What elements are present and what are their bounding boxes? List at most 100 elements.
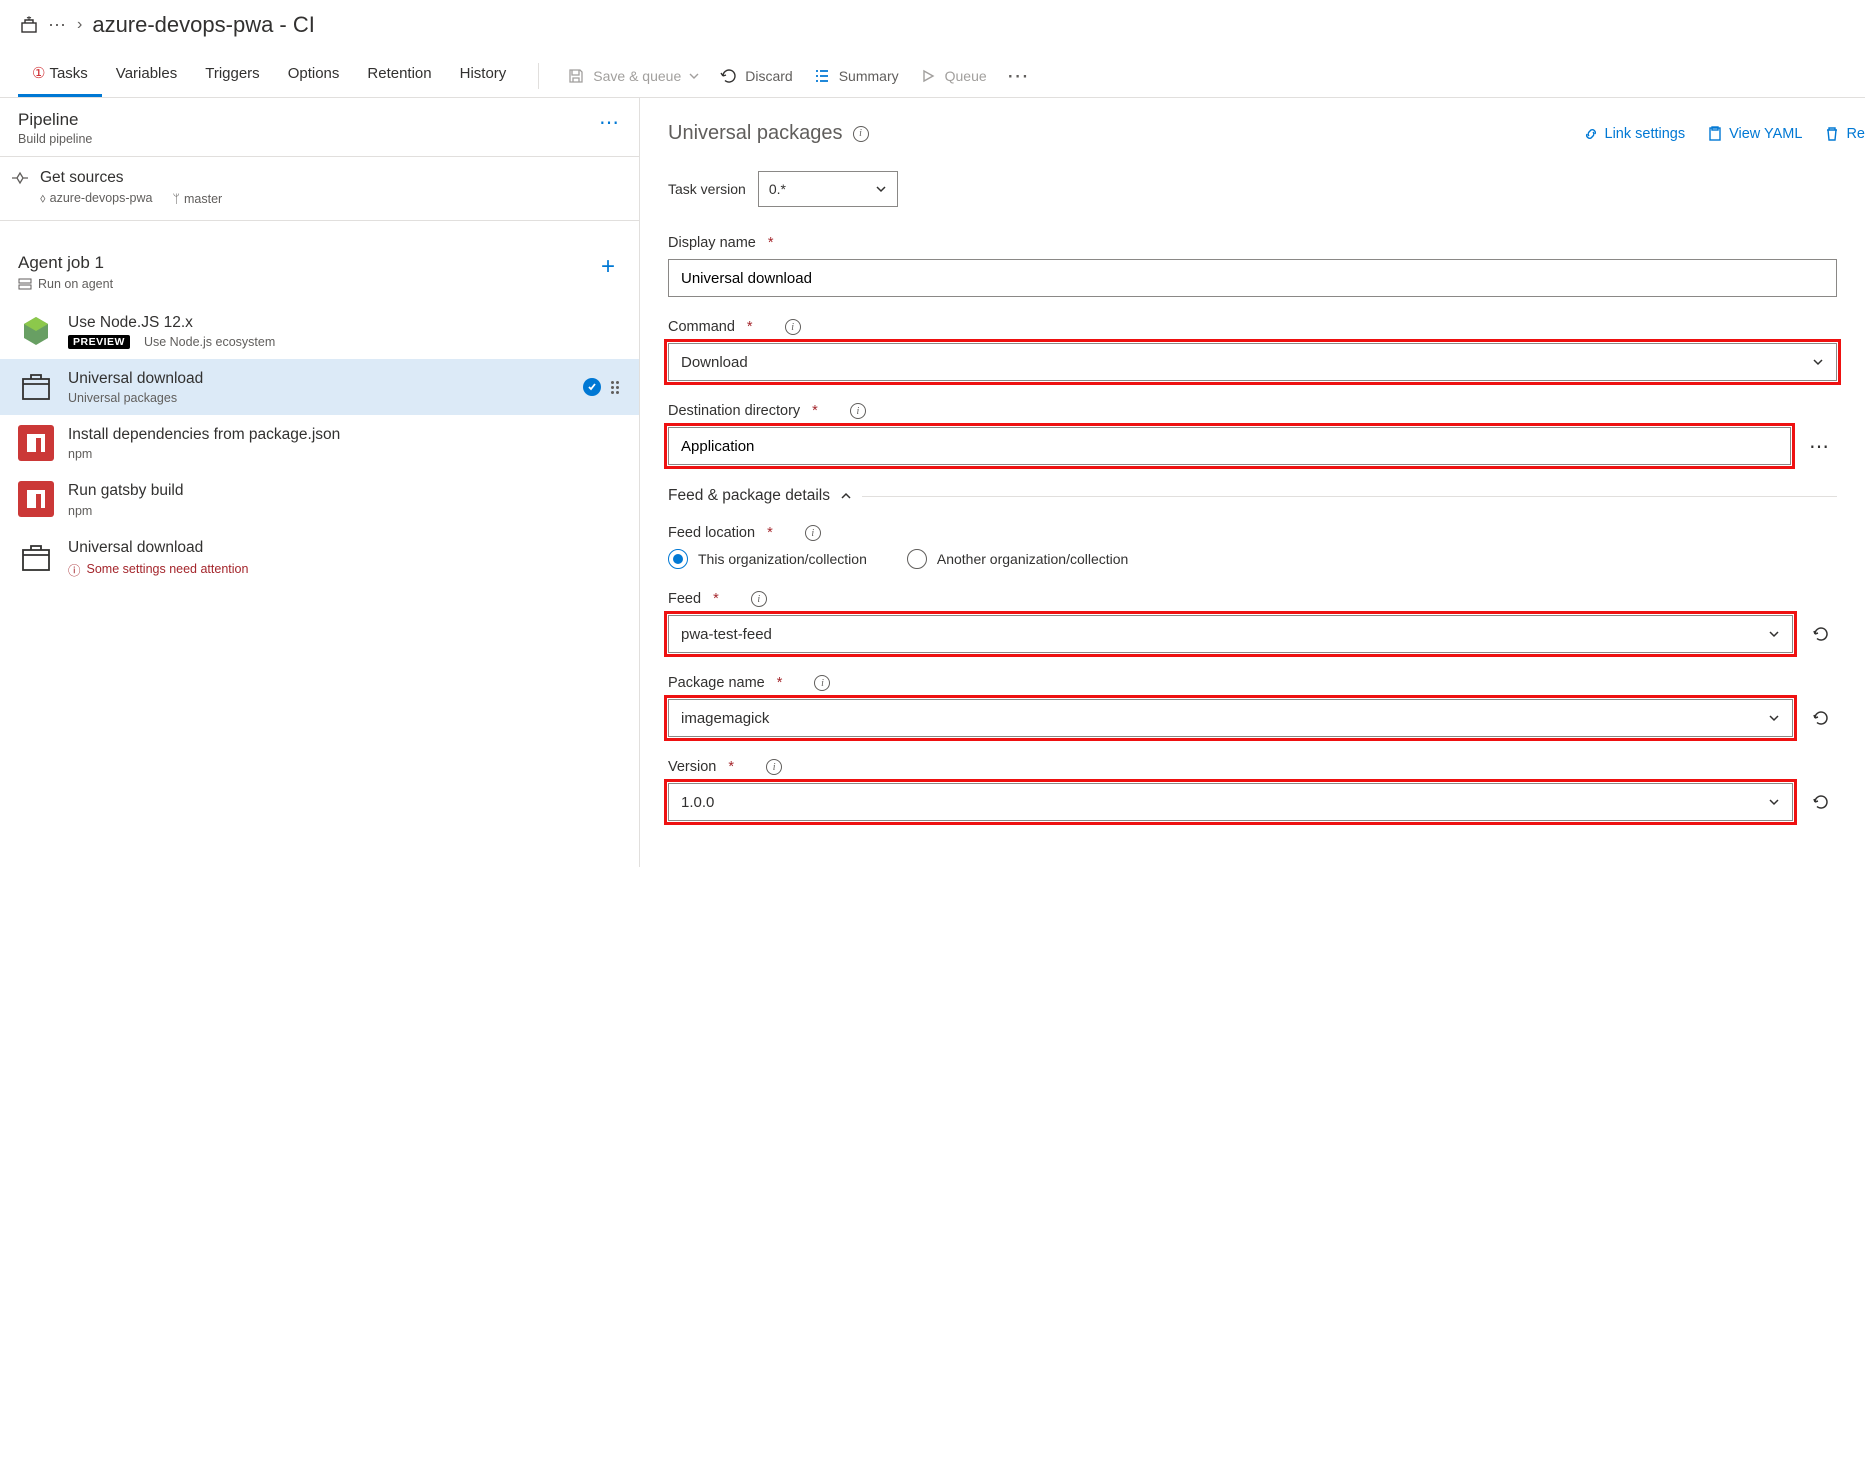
node-icon: [18, 313, 54, 349]
link-settings-button[interactable]: Link settings: [1583, 126, 1686, 142]
task-row[interactable]: Universal download ⓘ Some settings need …: [0, 528, 639, 589]
pipeline-tree: Pipeline Build pipeline ⋯ Get sources ⬨a…: [0, 98, 640, 867]
agent-job-subtitle: Run on agent: [38, 277, 113, 291]
info-icon[interactable]: i: [751, 591, 767, 607]
task-version-select[interactable]: 0.*: [758, 171, 898, 207]
divider: [862, 496, 1837, 497]
select-value: Download: [681, 354, 1812, 371]
toolbar-more[interactable]: ⋯: [997, 59, 1040, 93]
list-icon: [813, 67, 831, 85]
chevron-down-icon: [1768, 712, 1780, 724]
panel-title: Universal packages: [668, 122, 843, 145]
radio-label: Another organization/collection: [937, 551, 1128, 567]
task-row[interactable]: Install dependencies from package.json n…: [0, 415, 639, 471]
chevron-down-icon: [1812, 356, 1824, 368]
tab-label: Retention: [367, 65, 431, 82]
project-icon[interactable]: [20, 16, 38, 34]
tab-label: Tasks: [49, 65, 87, 82]
task-row[interactable]: Use Node.JS 12.x PREVIEW Use Node.js ecos…: [0, 303, 639, 359]
task-subtitle: npm: [68, 447, 340, 461]
radio-other-org[interactable]: Another organization/collection: [907, 549, 1128, 569]
undo-icon: [719, 67, 737, 85]
select-value: 1.0.0: [681, 794, 1768, 811]
command-select[interactable]: Download: [668, 343, 1837, 381]
pipeline-subtitle: Build pipeline: [18, 132, 92, 146]
summary-button[interactable]: Summary: [803, 61, 909, 91]
pipeline-title: Pipeline: [18, 110, 92, 130]
save-icon: [567, 67, 585, 85]
link-label: View YAML: [1729, 126, 1802, 142]
task-subtitle: Use Node.js ecosystem: [144, 335, 275, 349]
tab-retention[interactable]: Retention: [353, 55, 445, 97]
link-label: Re: [1846, 126, 1865, 142]
required-indicator: *: [768, 235, 774, 251]
refresh-button[interactable]: [1805, 786, 1837, 818]
radio-label: This organization/collection: [698, 551, 867, 567]
preview-badge: PREVIEW: [68, 335, 130, 349]
version-select[interactable]: 1.0.0: [668, 783, 1793, 821]
save-queue-button[interactable]: Save & queue: [557, 61, 709, 91]
check-icon: [583, 378, 601, 396]
field-label: Display name: [668, 235, 756, 251]
refresh-button[interactable]: [1805, 702, 1837, 734]
task-row[interactable]: Universal download Universal packages: [0, 359, 639, 415]
required-indicator: *: [812, 403, 818, 419]
task-title: Use Node.JS 12.x: [68, 313, 275, 333]
radio-icon: [907, 549, 927, 569]
toolbar-label: Discard: [745, 68, 792, 84]
tab-history[interactable]: History: [446, 55, 521, 97]
tab-variables[interactable]: Variables: [102, 55, 191, 97]
pipeline-more[interactable]: ⋯: [599, 110, 621, 135]
remove-button[interactable]: Re: [1824, 126, 1865, 142]
required-indicator: *: [777, 675, 783, 691]
play-icon: [919, 67, 937, 85]
feed-select[interactable]: pwa-test-feed: [668, 615, 1793, 653]
info-icon[interactable]: i: [853, 126, 869, 142]
error-icon: ⓘ: [68, 560, 81, 579]
agent-job[interactable]: Agent job 1 Run on agent +: [0, 239, 639, 303]
refresh-button[interactable]: [1805, 618, 1837, 650]
field-label: Version: [668, 759, 716, 775]
info-icon[interactable]: i: [805, 525, 821, 541]
task-title: Universal download: [68, 538, 248, 558]
task-row[interactable]: Run gatsby build npm: [0, 471, 639, 527]
field-label: Command: [668, 319, 735, 335]
field-label: Package name: [668, 675, 765, 691]
input[interactable]: [681, 438, 1778, 455]
select-value: 0.*: [769, 181, 786, 197]
discard-button[interactable]: Discard: [709, 61, 802, 91]
tab-options[interactable]: Options: [274, 55, 354, 97]
display-name-input[interactable]: [668, 259, 1837, 297]
info-icon[interactable]: i: [814, 675, 830, 691]
destination-input[interactable]: [668, 427, 1791, 465]
pipeline-header[interactable]: Pipeline Build pipeline ⋯: [0, 98, 639, 157]
select-value: pwa-test-feed: [681, 626, 1768, 643]
get-sources[interactable]: Get sources ⬨azure-devops-pwa ᛘmaster: [0, 157, 639, 221]
tab-triggers[interactable]: Triggers: [191, 55, 273, 97]
radio-this-org[interactable]: This organization/collection: [668, 549, 867, 569]
add-task-button[interactable]: +: [595, 253, 621, 281]
link-icon: [1583, 126, 1599, 142]
info-icon[interactable]: i: [766, 759, 782, 775]
info-icon[interactable]: i: [850, 403, 866, 419]
view-yaml-button[interactable]: View YAML: [1707, 126, 1802, 142]
breadcrumb-more[interactable]: ⋯: [48, 15, 67, 36]
browse-button[interactable]: ⋯: [1803, 434, 1837, 459]
get-sources-title: Get sources: [40, 169, 222, 187]
trash-icon: [1824, 126, 1840, 142]
select-value: imagemagick: [681, 710, 1768, 727]
info-icon[interactable]: i: [785, 319, 801, 335]
package-select[interactable]: imagemagick: [668, 699, 1793, 737]
drag-handle[interactable]: [611, 381, 621, 394]
input[interactable]: [681, 270, 1824, 287]
link-label: Link settings: [1605, 126, 1686, 142]
required-indicator: *: [713, 591, 719, 607]
sources-icon: [10, 169, 30, 185]
queue-button[interactable]: Queue: [909, 61, 997, 91]
task-subtitle: npm: [68, 504, 183, 518]
branch-icon: ᛘ: [172, 192, 180, 206]
section-header[interactable]: Feed & package details: [668, 487, 1865, 505]
toolbar-label: Queue: [945, 68, 987, 84]
tab-tasks[interactable]: ①Tasks: [18, 54, 102, 97]
package-icon: [18, 540, 54, 576]
